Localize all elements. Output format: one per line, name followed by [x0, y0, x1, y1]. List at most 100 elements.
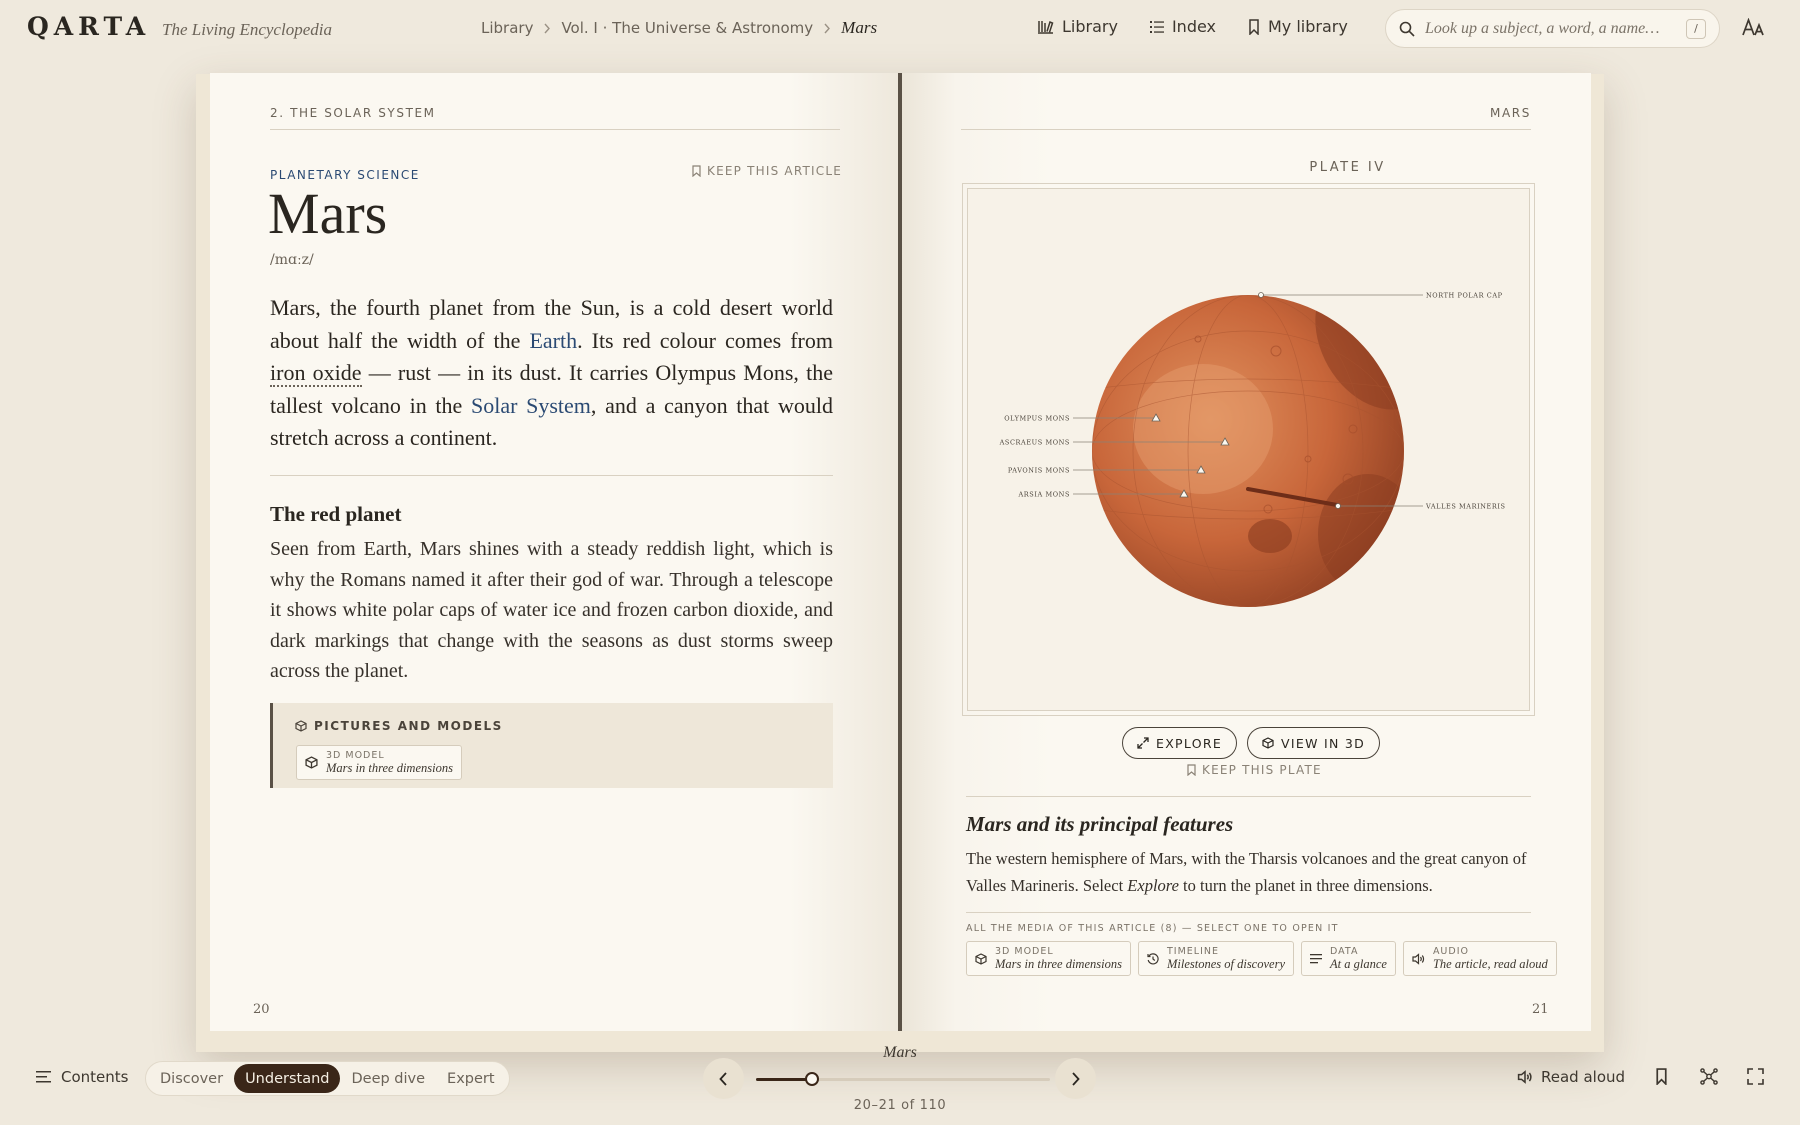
media-chip-timeline[interactable]: TIMELINE Milestones of discovery [1137, 941, 1294, 976]
view-in-3d-button[interactable]: VIEW IN 3D [1247, 727, 1381, 759]
label-ascraeus-mons: ASCRAEUS MONS [999, 439, 1070, 447]
top-bar: QARTA The Living Encyclopedia Library Vo… [0, 0, 1800, 56]
fullscreen-button[interactable] [1747, 1068, 1764, 1089]
page-slider[interactable] [756, 1072, 1050, 1086]
level-expert[interactable]: Expert [436, 1064, 506, 1093]
nav-index[interactable]: Index [1149, 17, 1216, 36]
cube-icon [305, 756, 318, 769]
cube-icon [295, 720, 307, 732]
media-chip-3d-model[interactable]: 3D MODEL Mars in three dimensions [966, 941, 1131, 976]
media-chip-desc: Mars in three dimensions [995, 957, 1122, 971]
book-spine [898, 73, 902, 1031]
breadcrumb-volume[interactable]: Vol. I · The Universe & Astronomy [561, 19, 813, 37]
media-list: 3D MODEL Mars in three dimensions TIMELIN… [966, 941, 1557, 976]
caption-divider [966, 796, 1531, 797]
bookmark-icon [1187, 764, 1196, 776]
caption-text: to turn the planet in three dimensions. [1178, 875, 1433, 895]
label-valles-marineris: VALLES MARINERIS [1425, 503, 1506, 511]
bookmark-icon [692, 165, 701, 177]
nav-library[interactable]: Library [1037, 17, 1118, 36]
bookmark-icon [1655, 1068, 1668, 1085]
media-chip-desc: At a glance [1330, 957, 1387, 971]
section-divider [270, 475, 833, 476]
media-chip-type: AUDIO [1432, 946, 1469, 957]
mars-illustration[interactable]: NORTH POLAR CAP OLYMPUS MONS ASCRAEUS MO… [967, 188, 1530, 711]
plate-label: PLATE IV [1309, 160, 1386, 175]
keep-plate-button[interactable]: KEEP THIS PLATE [1187, 763, 1322, 777]
plate-caption: The western hemisphere of Mars, with the… [966, 846, 1536, 899]
article-title: Mars [268, 181, 388, 246]
media-chip-desc: The article, read aloud [1432, 957, 1548, 971]
glossary-term-iron-oxide[interactable]: iron oxide [270, 360, 362, 387]
logo[interactable]: QARTA [27, 12, 150, 41]
search-box[interactable]: / [1385, 9, 1720, 48]
level-understand[interactable]: Understand [234, 1064, 341, 1093]
read-aloud-button[interactable]: Read aloud [1517, 1068, 1625, 1086]
media-chip-data[interactable]: DATA At a glance [1301, 941, 1396, 976]
keep-article-button[interactable]: KEEP THIS ARTICLE [692, 164, 842, 178]
plate-frame: NORTH POLAR CAP OLYMPUS MONS ASCRAEUS MO… [962, 183, 1535, 716]
cube-icon [975, 952, 987, 965]
link-earth[interactable]: Earth [529, 328, 577, 353]
all-media-label: ALL THE MEDIA OF THIS ARTICLE (8) — SELE… [966, 923, 1339, 934]
chevron-left-icon [719, 1071, 728, 1086]
lead-text: . Its red colour comes from [577, 327, 833, 353]
level-discover[interactable]: Discover [149, 1064, 234, 1093]
text-settings-button[interactable] [1742, 18, 1764, 40]
breadcrumb-current: Mars [841, 18, 878, 37]
network-icon [1700, 1068, 1718, 1085]
section-body: Seen from Earth, Mars shines with a stea… [270, 538, 833, 682]
running-head-left: 2. THE SOLAR SYSTEM [270, 106, 436, 120]
mars-globe-svg: NORTH POLAR CAP OLYMPUS MONS ASCRAEUS MO… [999, 292, 1506, 607]
tagline: The Living Encyclopedia [162, 20, 332, 39]
link-solar-system[interactable]: Solar System [471, 393, 591, 418]
running-head-rule [961, 129, 1531, 130]
keep-article-label: KEEP THIS ARTICLE [707, 164, 842, 178]
menu-icon [36, 1071, 51, 1083]
search-input[interactable] [1425, 19, 1686, 38]
media-chip-type: TIMELINE [1166, 946, 1219, 957]
view-in-3d-label: VIEW IN 3D [1281, 735, 1366, 751]
page-count: 20–21 of 110 [853, 1098, 947, 1113]
previous-page-button[interactable] [703, 1058, 744, 1099]
speaker-icon [1517, 1070, 1533, 1084]
plate-actions: EXPLORE VIEW IN 3D [1122, 727, 1381, 759]
search-shortcut-hint: / [1686, 18, 1706, 39]
plate-caption-title: Mars and its principal features [966, 812, 1234, 836]
level-deep-dive[interactable]: Deep dive [340, 1064, 436, 1093]
media-chip-3d-model[interactable]: 3D MODEL Mars in three dimensions [296, 745, 462, 780]
page-slider-handle[interactable] [804, 1072, 819, 1086]
index-icon [1149, 20, 1164, 34]
next-page-button[interactable] [1055, 1058, 1096, 1099]
network-view-button[interactable] [1700, 1068, 1718, 1089]
read-aloud-label: Read aloud [1541, 1068, 1626, 1086]
label-arsia-mons: ARSIA MONS [1018, 491, 1071, 499]
contents-label: Contents [61, 1068, 129, 1086]
page-number-left: 20 [253, 1002, 270, 1017]
explore-label: EXPLORE [1156, 735, 1223, 751]
nav-my-library[interactable]: My library [1248, 17, 1348, 36]
library-icon [1037, 19, 1054, 34]
font-size-icon [1742, 18, 1764, 36]
list-icon [1310, 953, 1322, 964]
main-nav: Library Index My library [1037, 17, 1348, 36]
caption-emphasis: Explore [1127, 875, 1179, 895]
pronunciation: /mɑːz/ [270, 252, 314, 268]
fullscreen-icon [1747, 1068, 1764, 1085]
explore-button[interactable]: EXPLORE [1122, 727, 1238, 759]
chevron-right-icon [823, 23, 831, 34]
reading-level-switcher: Discover Understand Deep dive Expert [145, 1061, 510, 1096]
media-divider [966, 912, 1531, 913]
media-chip-audio[interactable]: AUDIO The article, read aloud [1402, 941, 1557, 976]
breadcrumb: Library Vol. I · The Universe & Astronom… [481, 18, 877, 38]
media-chip-type: 3D MODEL [995, 946, 1054, 957]
speaker-icon [1412, 952, 1425, 965]
contents-button[interactable]: Contents [36, 1068, 128, 1086]
keep-plate-label: KEEP THIS PLATE [1202, 763, 1322, 777]
label-pavonis-mons: PAVONIS MONS [1008, 467, 1070, 475]
search-icon [1399, 21, 1415, 37]
breadcrumb-library[interactable]: Library [481, 19, 533, 37]
chevron-right-icon [543, 23, 551, 34]
bookmark-page-button[interactable] [1655, 1068, 1668, 1089]
media-chip-desc: Mars in three dimensions [326, 761, 453, 775]
